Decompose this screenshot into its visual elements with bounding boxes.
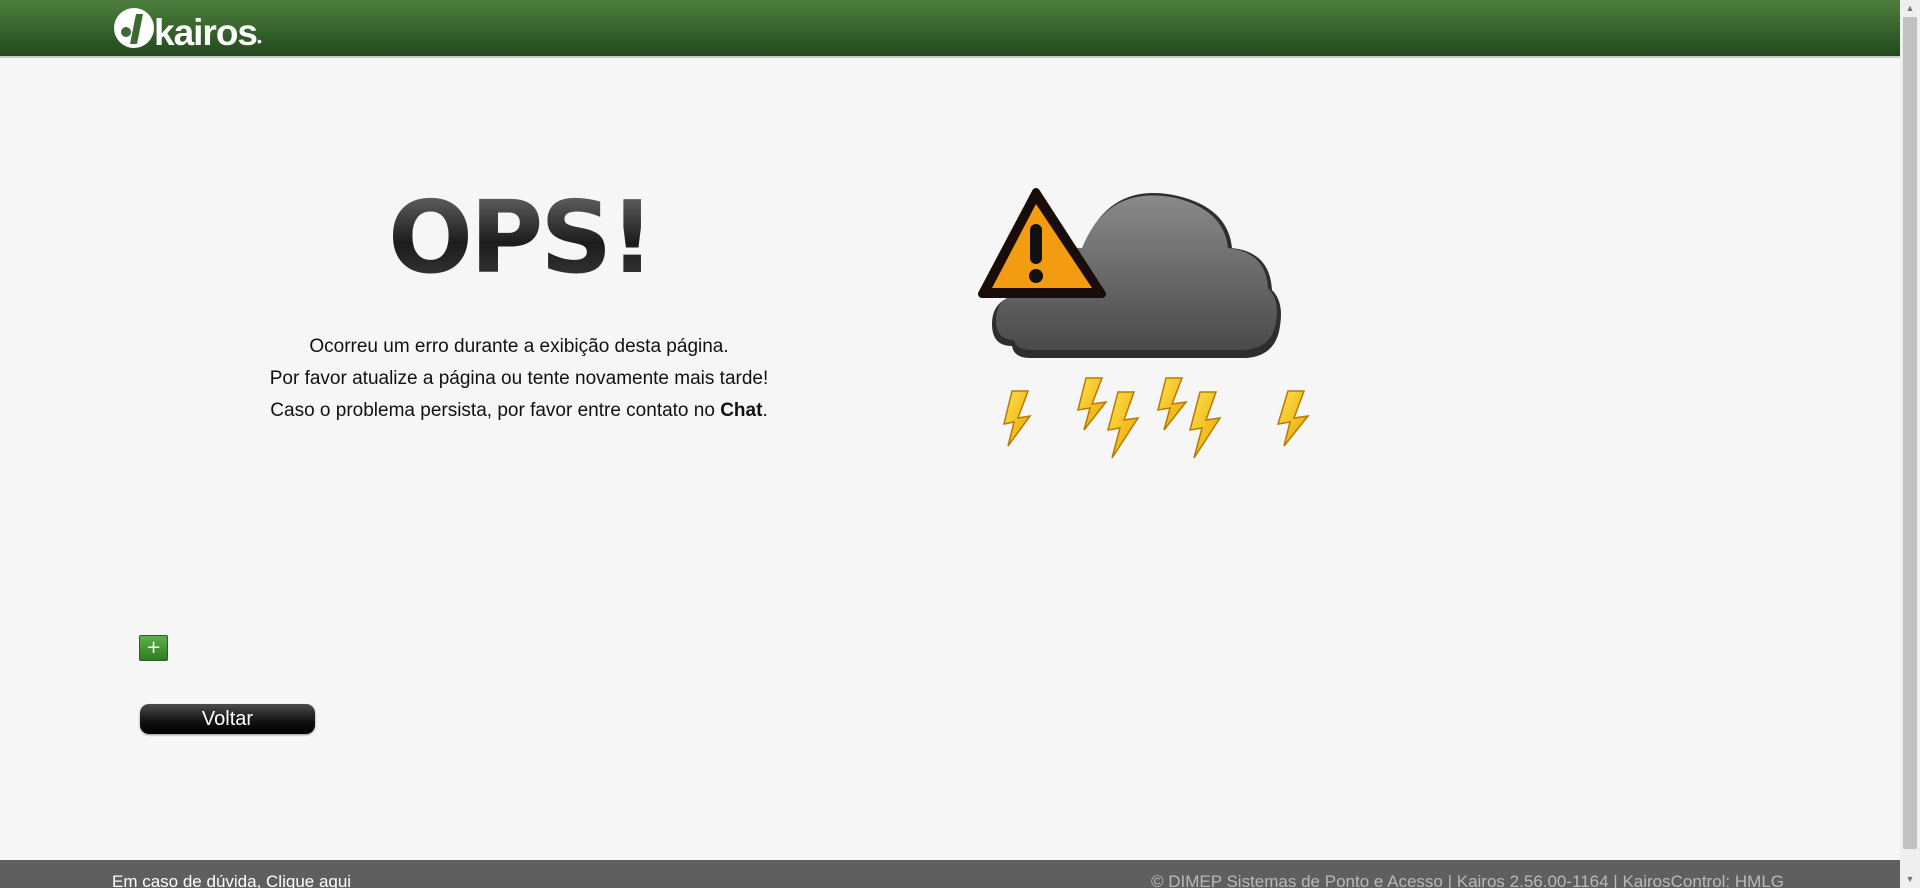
- app-footer: Em caso de dúvida, Clique aqui © DIMEP S…: [0, 860, 1900, 888]
- storm-cloud-warning-icon: [978, 188, 1310, 459]
- logo-text: kairos: [154, 12, 258, 53]
- error-message-line-2: Por favor atualize a página ou tente nov…: [269, 368, 769, 389]
- error-message-line-3-text: Caso o problema persista, por favor entr…: [270, 400, 721, 421]
- vertical-scrollbar[interactable]: ▲ ▼: [1900, 0, 1920, 888]
- error-message-line-1: Ocorreu um erro durante a exibição desta…: [309, 336, 729, 357]
- error-message-line-3-end: .: [762, 400, 768, 421]
- back-button[interactable]: Voltar: [140, 704, 315, 734]
- error-message: Ocorreu um erro durante a exibição desta…: [239, 331, 799, 427]
- error-title: OPS!: [388, 179, 655, 296]
- app-header: kairos •: [0, 0, 1900, 58]
- expand-details-button[interactable]: +: [139, 635, 168, 661]
- help-link[interactable]: Em caso de dúvida, Clique aqui: [112, 872, 351, 888]
- chat-link[interactable]: Chat: [720, 400, 762, 421]
- kairos-logo[interactable]: kairos •: [112, 4, 262, 53]
- scroll-down-arrow-icon[interactable]: ▼: [1900, 871, 1920, 888]
- lightning-bolts: [1002, 377, 1310, 459]
- logo-trademark-dot: •: [257, 33, 262, 49]
- error-message-line-3: Caso o problema persista, por favor entr…: [239, 395, 799, 427]
- kairos-logo-icon: [114, 8, 154, 48]
- warning-triangle-icon: [978, 188, 1106, 298]
- footer-info: © DIMEP Sistemas de Ponto e Acesso | Kai…: [1150, 872, 1784, 888]
- scrollbar-thumb[interactable]: [1903, 17, 1917, 849]
- scroll-up-arrow-icon[interactable]: ▲: [1900, 0, 1920, 17]
